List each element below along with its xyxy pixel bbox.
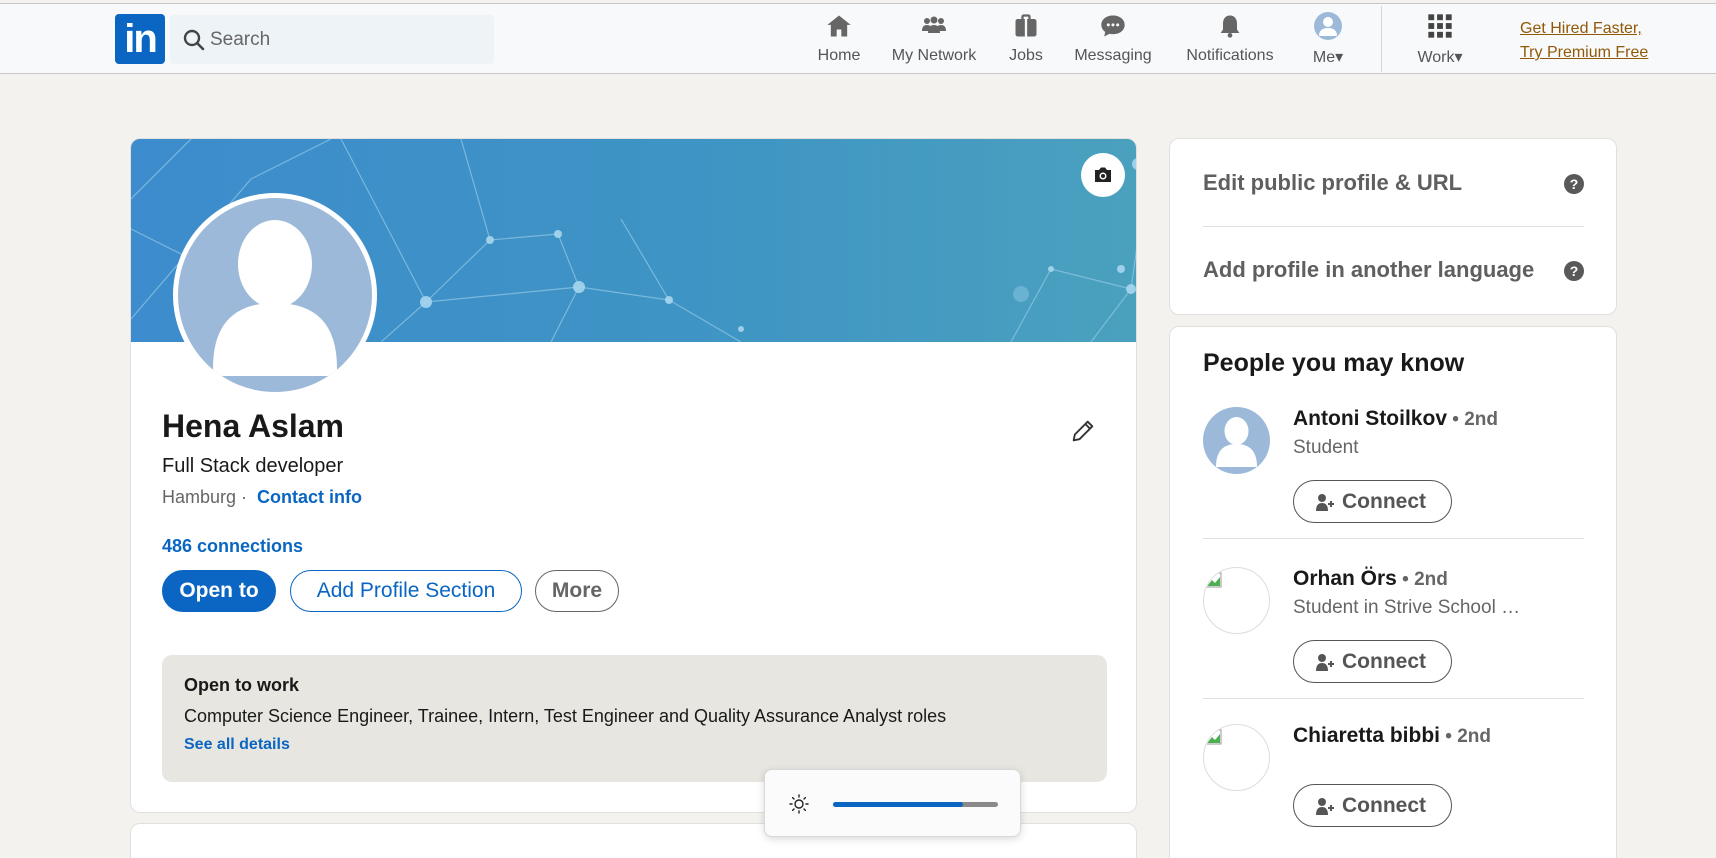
nav-home[interactable]: Home (808, 4, 870, 74)
person-avatar[interactable] (1203, 407, 1270, 474)
brightness-flyout (764, 769, 1021, 837)
default-avatar-icon (213, 220, 337, 376)
briefcase-icon (1015, 14, 1037, 37)
nav-messaging[interactable]: Messaging (1066, 4, 1160, 74)
connect-label: Connect (1342, 650, 1426, 673)
nav-jobs-label: Jobs (1009, 47, 1043, 64)
connect-button[interactable]: Connect (1293, 480, 1452, 523)
profile-location: Hamburg · (162, 487, 248, 507)
brightness-slider[interactable] (833, 802, 998, 807)
person-suggestion: Orhan Örs • 2nd Student in Strive School… (1203, 567, 1584, 717)
nav-my-network[interactable]: My Network (884, 4, 984, 74)
profile-photo[interactable] (173, 193, 377, 397)
add-language-profile-link[interactable]: Add profile in another language (1203, 257, 1534, 283)
nav-jobs[interactable]: Jobs (1000, 4, 1052, 74)
person-headline: Student (1293, 437, 1359, 458)
edit-public-profile-link[interactable]: Edit public profile & URL (1203, 170, 1462, 196)
person-name[interactable]: Orhan Örs • 2nd (1293, 567, 1448, 591)
more-button[interactable]: More (535, 570, 619, 612)
nav-me[interactable]: Me▾ (1304, 4, 1352, 74)
profile-name: Hena Aslam (162, 408, 344, 444)
connect-button[interactable]: Connect (1293, 784, 1452, 827)
person-name[interactable]: Chiaretta bibbi • 2nd (1293, 724, 1491, 748)
person-suggestion: Chiaretta bibbi • 2nd Connect (1203, 724, 1584, 858)
open-to-button[interactable]: Open to (162, 570, 276, 612)
brightness-slider-fill (833, 802, 964, 807)
connection-degree: • 2nd (1440, 726, 1492, 747)
nav-my-network-label: My Network (891, 47, 977, 64)
edit-banner-button[interactable] (1081, 153, 1125, 197)
linkedin-logo[interactable]: in (115, 14, 165, 64)
person-avatar-broken-image[interactable] (1203, 724, 1270, 791)
divider (1203, 226, 1584, 227)
avatar-icon (1314, 12, 1342, 40)
nav-messaging-label: Messaging (1074, 47, 1152, 64)
profile-card: Hena Aslam Full Stack developer Hamburg … (130, 138, 1137, 813)
edit-intro-pencil-icon[interactable] (1069, 417, 1097, 445)
nav-divider (1381, 6, 1382, 72)
connections-link[interactable]: 486 connections (162, 536, 303, 557)
home-icon (827, 15, 851, 37)
connection-degree: • 2nd (1447, 409, 1498, 430)
search-box[interactable] (170, 15, 494, 64)
pymk-title: People you may know (1203, 349, 1465, 377)
open-to-work-roles: Computer Science Engineer, Trainee, Inte… (184, 706, 947, 726)
chat-icon (1101, 15, 1125, 37)
nav-home-label: Home (817, 47, 861, 64)
person-name[interactable]: Antoni Stoilkov • 2nd (1293, 407, 1498, 431)
connect-label: Connect (1342, 794, 1426, 817)
divider (1203, 698, 1584, 699)
premium-line-2[interactable]: Try Premium Free (1520, 41, 1648, 65)
premium-link[interactable]: Get Hired Faster, Try Premium Free (1520, 17, 1648, 65)
person-avatar-broken-image[interactable] (1203, 567, 1270, 634)
camera-icon (1095, 167, 1111, 182)
connect-button[interactable]: Connect (1293, 640, 1452, 683)
add-person-icon (1316, 654, 1334, 671)
person-headline: Student in Strive School … (1293, 597, 1521, 618)
profile-settings-card: Edit public profile & URL ? Add profile … (1169, 138, 1617, 315)
search-icon (183, 29, 205, 51)
network-icon (922, 16, 946, 33)
profile-headline: Full Stack developer (162, 455, 344, 477)
help-icon[interactable]: ? (1564, 174, 1584, 194)
broken-image-icon (1206, 729, 1222, 745)
default-avatar-icon (1216, 417, 1257, 467)
people-you-may-know-card: People you may know Antoni Stoilkov • 2n… (1169, 326, 1617, 858)
broken-image-icon (1206, 572, 1222, 588)
nav-me-label: Me▾ (1312, 49, 1344, 66)
nav-work[interactable]: Work▾ (1410, 4, 1470, 74)
nav-notifications-label: Notifications (1186, 47, 1274, 64)
nav-work-label: Work▾ (1417, 49, 1463, 66)
open-to-work-box[interactable]: Open to work Computer Science Engineer, … (162, 655, 1107, 782)
nav-notifications[interactable]: Notifications (1176, 4, 1284, 74)
connection-degree: • 2nd (1396, 569, 1448, 590)
open-to-work-title: Open to work (184, 675, 300, 695)
top-nav: in Home My Network Jobs Messaging Notifi… (0, 3, 1716, 74)
grid-icon (1428, 14, 1452, 38)
brightness-sun-icon (789, 794, 809, 814)
see-all-details-link[interactable]: See all details (184, 736, 290, 754)
add-profile-section-button[interactable]: Add Profile Section (290, 570, 522, 612)
person-suggestion: Antoni Stoilkov • 2nd Student Connect (1203, 407, 1584, 557)
premium-line-1[interactable]: Get Hired Faster, (1520, 17, 1648, 41)
connect-label: Connect (1342, 490, 1426, 513)
search-input[interactable] (210, 15, 490, 64)
divider (1203, 538, 1584, 539)
add-person-icon (1316, 494, 1334, 511)
help-icon[interactable]: ? (1564, 261, 1584, 281)
bell-icon (1220, 15, 1240, 38)
add-person-icon (1316, 798, 1334, 815)
contact-info-link[interactable]: Contact info (257, 487, 362, 508)
